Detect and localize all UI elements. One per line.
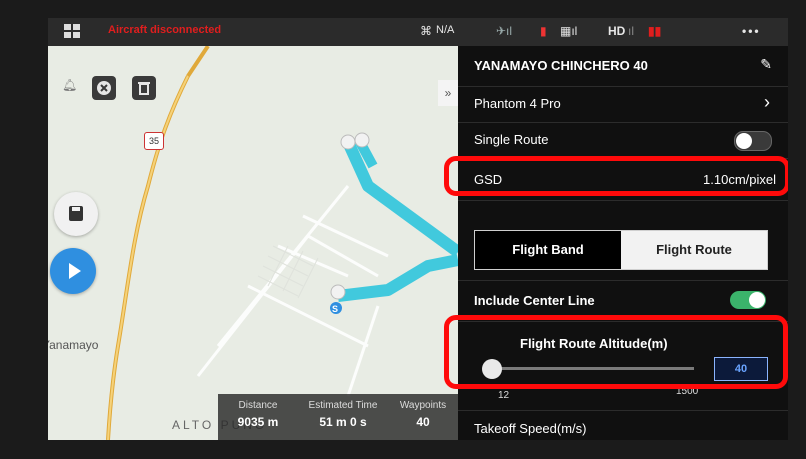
- waypoints-stat: Waypoints 40: [388, 400, 458, 429]
- more-options-icon[interactable]: •••: [742, 24, 761, 38]
- takeoff-speed-label: Takeoff Speed(m/s): [474, 421, 587, 436]
- waypoints-value: 40: [416, 415, 430, 429]
- gsd-highlight-box: [444, 156, 788, 196]
- aircraft-row[interactable]: Phantom 4 Pro ›: [458, 86, 788, 123]
- mission-title-row: YANAMAYO CHINCHERO 40 ✎: [458, 46, 788, 87]
- time-label: Estimated Time: [308, 400, 378, 411]
- svg-text:S: S: [332, 304, 338, 314]
- app-screen: Aircraft disconnected ⌘ N/A ✈ıl ▮ ▦ıl HD…: [48, 18, 788, 440]
- trash-icon: [138, 82, 150, 95]
- bell-icon[interactable]: 🔔︎: [62, 78, 77, 92]
- town-label: Yanamayo: [48, 338, 99, 352]
- flight-route-tab[interactable]: Flight Route: [621, 231, 767, 269]
- edit-pencil-icon[interactable]: ✎: [760, 56, 772, 73]
- remote-signal-icon: ▦ıl: [560, 24, 578, 38]
- aircraft-name: Phantom 4 Pro: [474, 96, 561, 111]
- single-route-toggle[interactable]: [734, 131, 772, 151]
- map-view[interactable]: S 35 🔔︎ Y: [48, 46, 458, 440]
- delete-button[interactable]: [132, 76, 156, 100]
- waypoints-label: Waypoints: [399, 400, 447, 411]
- mission-title: YANAMAYO CHINCHERO 40: [474, 58, 648, 73]
- hd-signal-icon: ıl: [628, 24, 634, 38]
- hd-label: HD: [608, 24, 626, 38]
- distance-value: 9035 m: [237, 415, 279, 429]
- drone-status: N/A: [436, 24, 455, 36]
- chevron-right-icon: ›: [764, 92, 770, 112]
- time-stat: Estimated Time 51 m 0 s: [298, 400, 388, 429]
- drone-icon: ⌘: [420, 24, 432, 38]
- center-line-label: Include Center Line: [474, 293, 595, 308]
- play-icon: [69, 263, 81, 279]
- single-route-label: Single Route: [474, 132, 549, 147]
- battery-icon: ▮: [540, 24, 547, 38]
- start-mission-button[interactable]: [50, 248, 96, 294]
- takeoff-speed-row[interactable]: Takeoff Speed(m/s): [458, 410, 788, 440]
- status-bar: Aircraft disconnected ⌘ N/A ✈ıl ▮ ▦ıl HD…: [48, 18, 788, 46]
- close-circle-icon: [97, 81, 111, 95]
- menu-grid-icon[interactable]: [64, 24, 80, 38]
- flight-band-tab[interactable]: Flight Band: [475, 231, 621, 269]
- battery-warning-icon: ▮▮: [648, 24, 662, 38]
- collapse-panel-button[interactable]: »: [438, 80, 458, 106]
- time-value: 51 m 0 s: [319, 415, 367, 429]
- single-route-row: Single Route: [458, 122, 788, 159]
- map-canvas: S: [106, 46, 458, 440]
- mission-stats: Distance 9035 m Estimated Time 51 m 0 s …: [218, 394, 458, 440]
- distance-label: Distance: [238, 400, 278, 411]
- connection-warning: Aircraft disconnected: [108, 24, 222, 36]
- mode-segmented-control: Flight Band Flight Route: [474, 230, 768, 270]
- save-icon: [69, 206, 83, 221]
- highway-shield: 35: [144, 132, 164, 150]
- distance-stat: Distance 9035 m: [218, 400, 298, 429]
- center-line-toggle[interactable]: [730, 291, 766, 309]
- gps-signal-icon: ✈ıl: [496, 24, 513, 38]
- altitude-highlight-box: [444, 315, 788, 389]
- altitude-min: 12: [498, 390, 510, 401]
- clear-waypoints-button[interactable]: [92, 76, 116, 100]
- save-button[interactable]: [54, 192, 98, 236]
